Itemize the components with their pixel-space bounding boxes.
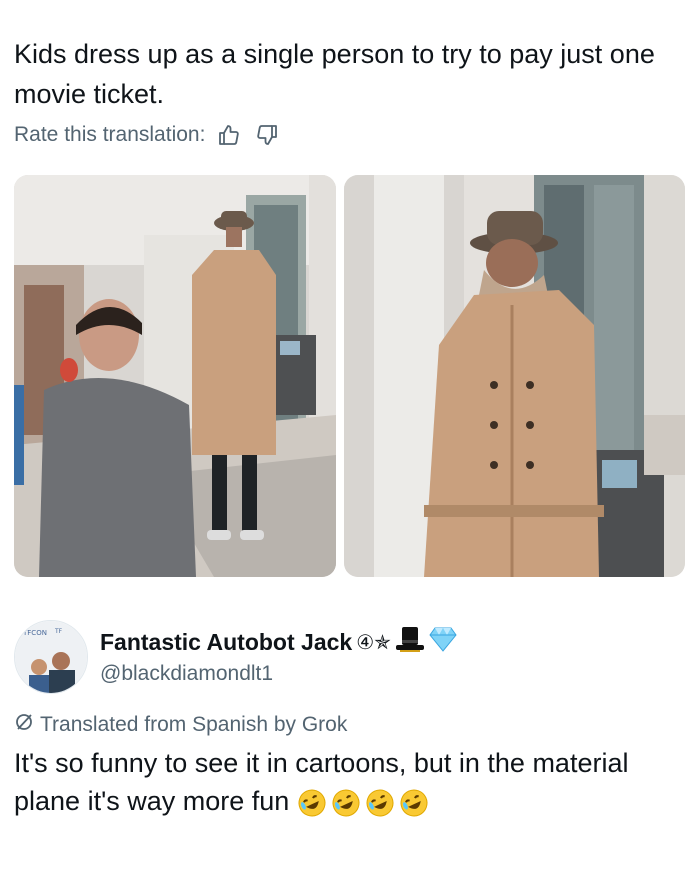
photo-lobby-full[interactable] [14,175,336,577]
rate-translation-label: Rate this translation: [14,123,206,146]
rofl-emoji-icon [332,789,360,817]
post-text: Kids dress up as a single person to try … [14,39,655,109]
display-name[interactable]: Fantastic Autobot Jack [100,629,352,656]
translation-label: Translated from Spanish by Grok [40,713,348,736]
svg-text:TF: TF [54,628,63,635]
user-handle[interactable]: @blackdiamondlt1 [100,662,457,686]
svg-text:TFCON: TFCON [22,629,47,637]
quote-author: Fantastic Autobot Jack ④✯ @blackdiamondl… [100,626,457,686]
rofl-emoji-icon [366,789,394,817]
translate-slash-icon [14,712,34,738]
emoji-row [297,788,429,818]
thumbs-up-icon[interactable] [215,121,243,149]
quote-text: It's so funny to see it in cartoons, but… [14,744,684,820]
top-hat-icon [395,625,425,659]
photo-lobby-closeup[interactable] [344,175,685,577]
rofl-emoji-icon [400,789,428,817]
avatar[interactable]: TFCON TF [14,620,88,694]
thumbs-down-icon[interactable] [253,121,281,149]
rate-translation-row: Rate this translation: [14,120,281,150]
media-grid [14,175,685,577]
diamond-icon [429,626,457,658]
status-badge: ④✯ [356,631,391,654]
translation-note: Translated from Spanish by Grok [14,712,347,738]
rofl-emoji-icon [298,789,326,817]
